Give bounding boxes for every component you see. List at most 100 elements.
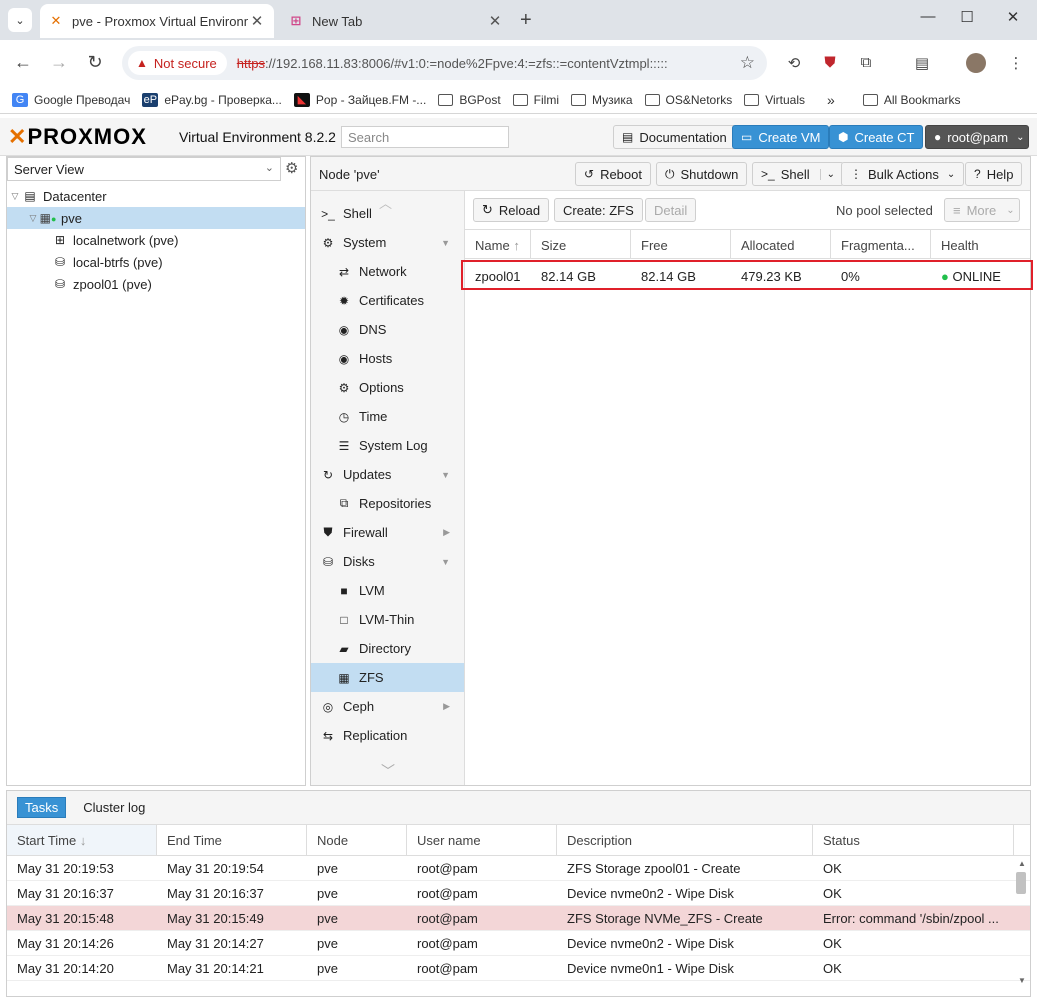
documentation-button[interactable]: ▤ Documentation [613, 125, 736, 149]
reload-button[interactable]: ↻ Reload [473, 198, 550, 222]
more-button[interactable]: ≡ More ⌄ [944, 198, 1020, 222]
help-button[interactable]: ? Help [965, 162, 1023, 186]
bookmark-folder-virtuals[interactable]: Virtuals [744, 93, 805, 107]
kebab-menu-icon[interactable]: ⋮ [1005, 54, 1027, 72]
nav-item-options[interactable]: ⚙ Options [311, 373, 464, 402]
nav-item-lvm[interactable]: ■ LVM [311, 576, 464, 605]
col-health[interactable]: Health [931, 230, 1030, 258]
user-menu-button[interactable]: ● root@pam ⌄ [925, 125, 1029, 149]
col-description[interactable]: Description [557, 825, 813, 855]
reboot-button[interactable]: ↺ Reboot [575, 162, 651, 186]
tab-tasks[interactable]: Tasks [17, 797, 67, 818]
bookmarks-overflow-icon[interactable]: » [827, 92, 835, 108]
chevron-down-icon[interactable]: ⌄ [819, 168, 835, 180]
close-tab-icon[interactable]: ✕ [486, 12, 504, 30]
reading-list-icon[interactable]: ▤ [911, 54, 933, 72]
bookmark-star-icon[interactable]: ☆ [740, 53, 755, 73]
col-size[interactable]: Size [531, 230, 631, 258]
expand-down-icon[interactable]: ▼ [441, 557, 450, 567]
nav-item-lvm-thin[interactable]: □ LVM-Thin [311, 605, 464, 634]
expand-right-icon[interactable]: ▶ [443, 527, 450, 538]
expand-down-icon[interactable]: ▼ [441, 470, 450, 480]
col-user-name[interactable]: User name [407, 825, 557, 855]
bookmark-folder-osnetorks[interactable]: OS&Netorks [644, 93, 732, 107]
bookmark-folder-muzika[interactable]: Музика [571, 93, 633, 107]
bookmark-epay[interactable]: eP ePay.bg - Проверка... [142, 92, 282, 107]
nav-item-firewall[interactable]: ⛊ Firewall ▶ [311, 518, 464, 547]
create-ct-button[interactable]: ⬢ Create CT [829, 125, 924, 149]
extension-sync-icon[interactable]: ⟲ [783, 54, 805, 72]
bookmark-google-translate[interactable]: G Google Преводач [12, 92, 130, 107]
tasks-scrollbar[interactable]: ▲ ▼ [1016, 859, 1028, 989]
browser-tab-new[interactable]: ⊞ New Tab ✕ [280, 4, 512, 38]
detail-button[interactable]: Detail [645, 198, 697, 222]
scroll-down-icon[interactable]: ▼ [1016, 976, 1028, 985]
nav-item-hosts[interactable]: ◉ Hosts [311, 344, 464, 373]
tree-node-datacenter[interactable]: ▽ ▤ Datacenter [7, 185, 305, 207]
create-vm-button[interactable]: ▭ Create VM [732, 125, 830, 149]
col-name[interactable]: Name ↑ [465, 230, 531, 258]
nav-item-system-log[interactable]: ☰ System Log [311, 431, 464, 460]
create-zfs-button[interactable]: Create: ZFS [554, 198, 643, 222]
col-allocated[interactable]: Allocated [731, 230, 831, 258]
scroll-up-icon[interactable]: ▲ [1016, 859, 1028, 868]
table-row[interactable]: May 31 20:16:37 May 31 20:16:37 pve root@pa… [7, 881, 1030, 906]
nav-item-disks[interactable]: ⛁ Disks ▼ [311, 547, 464, 576]
tree-node-zpool01[interactable]: ⛁ zpool01 (pve) [7, 273, 305, 295]
scroll-down-icon[interactable]: ﹀ [311, 761, 464, 781]
nav-item-dns[interactable]: ◉ DNS [311, 315, 464, 344]
back-arrow-icon[interactable]: ← [11, 52, 35, 73]
shutdown-button[interactable]: ⏻ Shutdown [656, 162, 748, 186]
gear-icon[interactable]: ⚙ [285, 159, 298, 177]
table-row[interactable]: May 31 20:14:20 May 31 20:14:21 pve root@pa… [7, 956, 1030, 981]
table-row[interactable]: May 31 20:19:53 May 31 20:19:54 pve root@pa… [7, 856, 1030, 881]
tab-search-button[interactable]: ⌄ [8, 8, 32, 32]
close-tab-icon[interactable]: ✕ [248, 12, 266, 30]
expand-right-icon[interactable]: ▶ [443, 701, 450, 712]
bulk-actions-button[interactable]: ⋮ Bulk Actions ⌄ [841, 162, 965, 186]
nav-item-shell[interactable]: >_ Shell [311, 199, 464, 228]
new-tab-plus-icon[interactable]: + [520, 9, 532, 32]
extensions-puzzle-icon[interactable]: ⧉ [855, 54, 877, 71]
close-window-icon[interactable]: ✕ [998, 8, 1028, 26]
security-chip[interactable]: ▲ Not secure [128, 51, 227, 75]
ublock-icon[interactable]: ⛊ [819, 54, 841, 71]
address-bar[interactable]: ▲ Not secure https://192.168.11.83:8006/… [122, 46, 767, 80]
tab-cluster-log[interactable]: Cluster log [76, 798, 152, 817]
table-row[interactable]: May 31 20:15:48 May 31 20:15:49 pve root@pa… [7, 906, 1030, 931]
tree-node-localnetwork[interactable]: ⊞ localnetwork (pve) [7, 229, 305, 251]
nav-item-replication[interactable]: ⇆ Replication [311, 721, 464, 750]
nav-item-zfs[interactable]: ▦ ZFS [311, 663, 464, 692]
bookmark-folder-filmi[interactable]: Filmi [512, 93, 559, 107]
maximize-icon[interactable]: ☐ [952, 8, 982, 26]
table-row[interactable]: May 31 20:14:26 May 31 20:14:27 pve root@pa… [7, 931, 1030, 956]
all-bookmarks-folder[interactable]: All Bookmarks [862, 93, 961, 107]
search-input[interactable]: Search [341, 126, 509, 148]
nav-item-time[interactable]: ◷ Time [311, 402, 464, 431]
tree-node-pve[interactable]: ▽ ▦● pve [7, 207, 305, 229]
forward-arrow-icon[interactable]: → [47, 52, 71, 73]
col-fragmentation[interactable]: Fragmenta... [831, 230, 931, 258]
scrollbar-thumb[interactable] [1016, 872, 1026, 894]
col-end-time[interactable]: End Time [157, 825, 307, 855]
minimize-icon[interactable]: — [913, 8, 943, 25]
col-status[interactable]: Status [813, 825, 1014, 855]
col-node[interactable]: Node [307, 825, 407, 855]
expand-down-icon[interactable]: ▼ [441, 238, 450, 248]
url-text[interactable]: https://192.168.11.83:8006/#v1:0:=node%2… [237, 56, 668, 71]
nav-item-repositories[interactable]: ⧉ Repositories [311, 489, 464, 518]
nav-item-network[interactable]: ⇄ Network [311, 257, 464, 286]
profile-avatar[interactable] [966, 53, 986, 73]
col-start-time[interactable]: Start Time ↓ [7, 825, 157, 855]
tree-node-local-btrfs[interactable]: ⛁ local-btrfs (pve) [7, 251, 305, 273]
nav-item-system[interactable]: ⚙ System ▼ [311, 228, 464, 257]
server-view-select[interactable]: Server View ⌄ [7, 157, 281, 181]
browser-tab-proxmox[interactable]: ✕ pve - Proxmox Virtual Environm ✕ [40, 4, 274, 38]
nav-item-ceph[interactable]: ◎ Ceph ▶ [311, 692, 464, 721]
bookmark-zaycev[interactable]: ◣ Pop - Зайцев.FM -... [293, 92, 426, 107]
nav-item-updates[interactable]: ↻ Updates ▼ [311, 460, 464, 489]
col-free[interactable]: Free [631, 230, 731, 258]
bookmark-folder-bgpost[interactable]: BGPost [438, 93, 501, 107]
nav-item-directory[interactable]: ▰ Directory [311, 634, 464, 663]
shell-button[interactable]: >_ Shell ⌄ [752, 162, 844, 186]
